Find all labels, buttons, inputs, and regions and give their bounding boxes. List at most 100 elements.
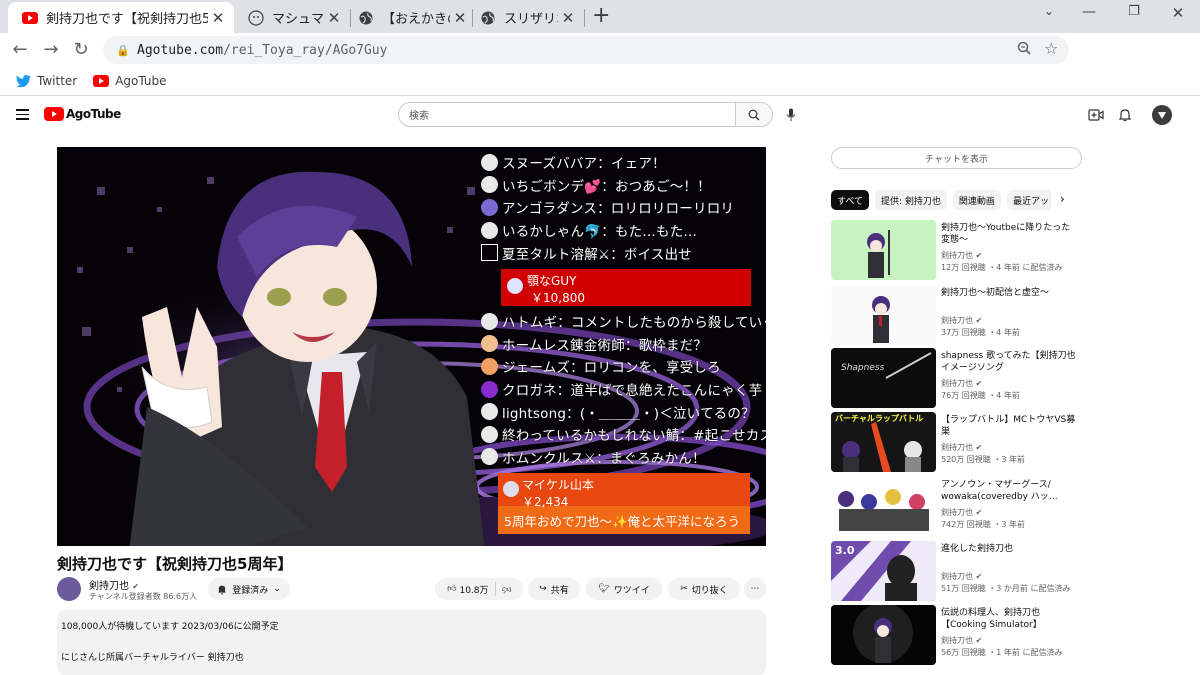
rec-meta: 12万 回視聴 ・4 年前 に配信済み [941,263,1063,272]
superchat-name: マイケル山本 [522,478,595,492]
chevron-right-icon[interactable]: › [1060,192,1065,206]
verified-icon: ✔ [132,582,139,591]
restore-button[interactable]: ❐ [1114,4,1154,19]
tab-slizario[interactable]: スリザリオ ✕ [472,2,584,33]
tab-search-chevron-icon[interactable]: ⌄ [1029,4,1069,18]
rec-channel: 剣持刀也 ✔ [941,636,983,645]
agotube-favicon-icon [22,10,38,26]
tab-oekaki[interactable]: 【おえかきの森】 ✕ [350,2,472,33]
chip-all[interactable]: すべて [831,190,870,210]
search-icon [748,109,760,120]
url-text: Agotube.com/rei_Toya_ray/AGo7Guy [137,42,388,58]
search-input[interactable]: 検索 [398,102,736,127]
chip-related[interactable]: 関連動画 [952,190,1001,210]
search-button[interactable] [735,102,773,127]
tab-close-icon[interactable]: ✕ [558,9,578,27]
description-box[interactable]: 108,000人が待機しています 2023/03/06に公開予定 にじさんじ所属… [57,610,766,675]
bird-icon [16,74,31,87]
chat-message: ホムンクルス⚔：まぐろみかん！ [481,446,766,469]
recommended-video[interactable]: 剣持刀也～初配信と虚空～ 剣持刀也 ✔ 37万 回視聴 ・4 年前 [831,285,1081,345]
create-video-icon[interactable] [1088,107,1104,126]
recommended-video[interactable]: 剣持刀也～Youtbeに降りたった変態～ 剣持刀也 ✔ 12万 回視聴 ・4 年… [831,220,1081,280]
superchat-orange: マイケル山本 ￥2,434 5周年おめで刀也～✨俺と太平洋になろう [498,473,750,534]
share-button[interactable]: ↪ 共有 [528,578,580,600]
minimize-button[interactable]: — [1069,4,1109,20]
channel-name[interactable]: 剣持刀也 ✔ [89,577,139,592]
video-title: 剣持刀也です【祝剣持刀也5周年】 [57,555,293,573]
rec-meta: 51万 回視聴 ・3 か月前 に配信済み [941,584,1071,593]
tab-close-icon[interactable]: ✕ [324,9,344,27]
verified-icon: ✔ [975,572,983,581]
bookmark-agotube[interactable]: AgoTube [93,74,167,88]
window-close-button[interactable]: ✕ [1158,4,1198,22]
tab-marshmallow[interactable]: マシュマロ ✕ [234,2,350,33]
live-chat-overlay-lower: ハトムギ：コメントしたものから殺していく ホームレス錬金術師：歌枠まだ？ ジェー… [481,310,766,468]
dislike-button[interactable]: 👍︎ [502,584,511,594]
clip-button[interactable]: ✂ 切り抜く [668,578,740,600]
recommended-video[interactable]: Shapness shapness 歌ってみた【剣持刀也イメージソング 剣持刀也… [831,348,1081,408]
site-header: AgoTube 検索 [0,97,1200,133]
chat-message: 終わっているかもしれない鯖：#起こせカス [481,423,766,446]
video-thumbnail: バーチャルラップバトル [831,412,936,472]
bookmark-star-icon[interactable]: ☆ [1044,39,1058,58]
rec-meta: 520万 回視聴 ・3 年前 [941,455,1025,464]
chat-avatar [481,357,498,375]
live-chat-overlay: スヌーズババア：イェア！ いちごボンデ💕：おつあご～！！ アンゴラダンス：ロリロ… [481,151,766,264]
notification-bell-icon[interactable] [1118,107,1132,126]
marshmallow-favicon-icon [248,9,264,26]
channel-avatar[interactable] [57,577,81,601]
site-logo[interactable]: AgoTube [44,107,121,121]
rec-channel: 剣持刀也 ✔ [941,316,983,325]
recommended-video[interactable]: 伝説の料理人、剣持刀也【Cooking Simulator】 剣持刀也 ✔ 56… [831,605,1081,665]
chat-message: アンゴラダンス：ロリロリローリロリ [481,196,766,219]
chip-by-channel[interactable]: 提供: 剣持刀也 [875,190,947,210]
recommended-video[interactable]: 3.0 進化した剣持刀也 剣持刀也 ✔ 51万 回視聴 ・3 か月前 に配信済み [831,541,1081,601]
more-actions-button[interactable]: ⋯ [744,578,766,600]
tab-title: スリザリオ [504,12,558,27]
new-tab-button[interactable]: + [592,5,610,27]
show-chat-button[interactable]: チャットを表示 [831,147,1082,169]
chat-avatar [481,448,498,466]
like-button[interactable]: 👍︎ 10.8万 [447,583,488,596]
chip-recent[interactable]: 最近アッ [1006,190,1051,210]
menu-icon[interactable] [16,109,29,123]
account-avatar[interactable] [1152,105,1172,125]
mic-icon[interactable] [786,107,796,126]
avatar-logo-icon [1158,112,1166,119]
chevron-down-icon: ⌄ [273,584,281,594]
tweet-button[interactable]: 🐦︎ ワツイイ [586,578,662,600]
rec-channel: 剣持刀也 ✔ [941,443,983,452]
thumbnail-text: バーチャルラップバトル [835,414,924,423]
globe-icon [358,10,374,26]
more-icon: ⋯ [750,584,760,594]
rec-channel: 剣持刀也 ✔ [941,379,983,388]
reload-button[interactable]: ↻ [69,38,93,62]
zoom-icon[interactable] [1017,41,1031,59]
tab-video[interactable]: 剣持刀也です【祝剣持刀也5周年】 ✕ [8,2,234,33]
globe-icon [480,10,496,26]
rec-title: 剣持刀也～初配信と虚空～ [941,288,1050,298]
tab-close-icon[interactable]: ✕ [450,9,470,27]
subscribe-button[interactable]: 登録済み ⌄ [208,578,290,600]
address-bar[interactable]: 🔒 Agotube.com/rei_Toya_ray/AGo7Guy [103,36,1069,64]
bookmark-twitter[interactable]: Twitter [16,74,77,88]
chat-avatar [481,312,498,330]
tab-close-icon[interactable]: ✕ [208,9,228,27]
recommended-video[interactable]: アンノウン・マザーグース/ wowaka(coveredby ハッ… 剣持刀也 … [831,477,1081,537]
superchat-amount: ￥2,434 [522,495,569,509]
superchat-avatar [507,278,523,294]
description-text: にじさんじ所属バーチャルライバー 剣持刀也 [61,653,244,663]
video-player[interactable]: スヌーズババア：イェア！ いちごボンデ💕：おつあご～！！ アンゴラダンス：ロリロ… [57,147,766,546]
back-button[interactable]: ← [8,38,32,62]
verified-icon: ✔ [975,636,983,645]
verified-icon: ✔ [975,251,983,260]
rec-meta: 37万 回視聴 ・4 年前 [941,328,1020,337]
forward-button[interactable]: → [39,38,63,62]
rec-meta: 742万 回視聴 ・3 年前 [941,520,1025,529]
bookmark-label: Twitter [37,73,78,88]
recommended-video[interactable]: バーチャルラップバトル 【ラップバトル】MCトウヤVS募巣 剣持刀也 ✔ 520… [831,412,1081,472]
verified-icon: ✔ [975,379,983,388]
filter-chips: すべて 提供: 剣持刀也 関連動画 最近アッ [831,190,1057,210]
chat-message: 夏至タルト溶解⚔：ボイス出せ [481,241,766,264]
rec-title: shapness 歌ってみた【剣持刀也イメージソング [941,351,1076,373]
